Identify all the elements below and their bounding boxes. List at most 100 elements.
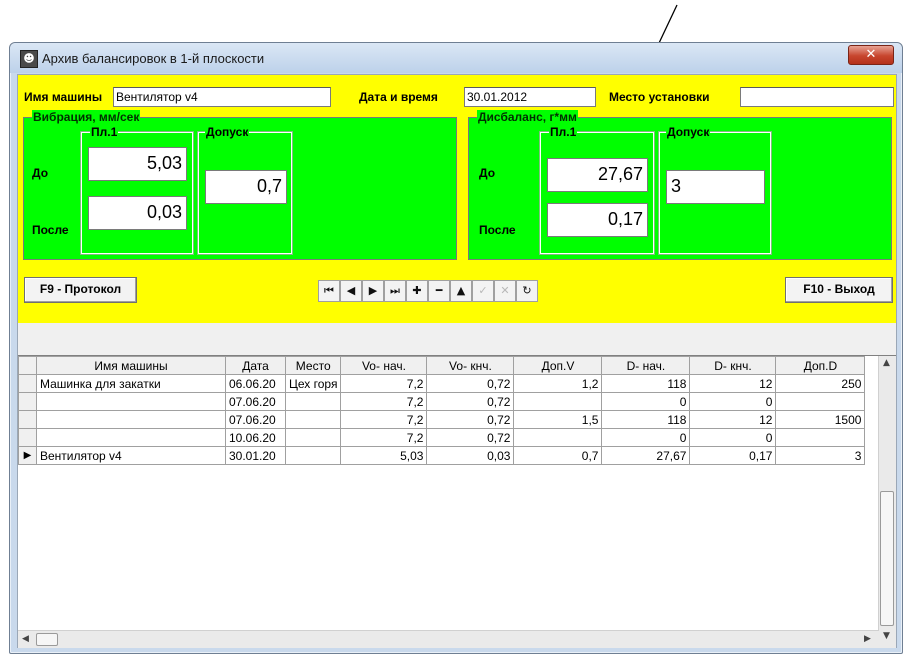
- table-cell[interactable]: 0,7: [513, 446, 603, 465]
- imbalance-tolerance-label: Допуск: [666, 125, 711, 139]
- table-cell[interactable]: 0: [689, 392, 777, 411]
- machine-name-field[interactable]: Вентилятор v4: [113, 87, 331, 107]
- table-cell[interactable]: 0,72: [426, 392, 515, 411]
- last-record-button[interactable]: ⏭: [384, 280, 406, 302]
- table-cell[interactable]: 1500: [775, 410, 866, 429]
- row-indicator[interactable]: [18, 374, 37, 393]
- table-cell[interactable]: 07.06.20: [225, 410, 286, 429]
- table-cell[interactable]: 0,72: [426, 428, 515, 447]
- cancel-record-button[interactable]: ✕: [494, 280, 516, 302]
- edit-record-button[interactable]: ▲: [450, 280, 472, 302]
- table-cell[interactable]: 5,03: [340, 446, 428, 465]
- delete-record-button[interactable]: ━: [428, 280, 450, 302]
- row-indicator[interactable]: [18, 410, 37, 429]
- scroll-down-icon[interactable]: ▼: [883, 631, 890, 641]
- imbalance-after-value[interactable]: 0,17: [547, 203, 648, 237]
- current-row-indicator-icon[interactable]: ▶: [18, 446, 37, 465]
- next-record-button[interactable]: ▶: [362, 280, 384, 302]
- table-row[interactable]: ▶ Вентилятор v4 30.01.20 5,03 0,03 0,7 27,67 0,…: [18, 446, 866, 465]
- scroll-left-icon[interactable]: ◀: [22, 634, 29, 644]
- table-cell[interactable]: [513, 392, 603, 411]
- location-field[interactable]: [740, 87, 894, 107]
- table-cell[interactable]: [36, 392, 226, 411]
- close-button[interactable]: ✕: [848, 45, 894, 65]
- post-record-button[interactable]: ✓: [472, 280, 494, 302]
- scroll-right-icon[interactable]: ▶: [864, 634, 871, 644]
- table-cell[interactable]: [513, 428, 603, 447]
- table-cell[interactable]: 250: [775, 374, 866, 393]
- column-header[interactable]: Дата: [225, 356, 286, 375]
- record-navigator: ⏮ ◀ ▶ ⏭ ✚ ━ ▲ ✓ ✕ ↻: [318, 280, 538, 302]
- table-cell[interactable]: 1,2: [513, 374, 603, 393]
- exit-button[interactable]: F10 - Выход: [785, 277, 893, 303]
- table-cell[interactable]: [284, 392, 342, 411]
- table-cell[interactable]: 0,72: [426, 410, 515, 429]
- table-cell[interactable]: 1,5: [513, 410, 603, 429]
- table-cell[interactable]: [775, 428, 866, 447]
- table-cell[interactable]: 7,2: [340, 374, 428, 393]
- table-cell[interactable]: [284, 446, 342, 465]
- prior-record-button[interactable]: ◀: [340, 280, 362, 302]
- table-cell[interactable]: Цех горя: [284, 374, 342, 393]
- table-cell[interactable]: 0: [601, 392, 691, 411]
- table-cell[interactable]: 0,03: [426, 446, 515, 465]
- imbalance-before-value[interactable]: 27,67: [547, 158, 648, 192]
- table-cell[interactable]: [284, 410, 342, 429]
- machine-name-label: Имя машины: [24, 90, 103, 104]
- imbalance-tolerance-value[interactable]: 3: [666, 170, 765, 204]
- vertical-scroll-thumb[interactable]: [880, 491, 894, 626]
- table-cell[interactable]: 06.06.20: [225, 374, 286, 393]
- table-cell[interactable]: [284, 428, 342, 447]
- horizontal-scrollbar[interactable]: ◀ ▶: [18, 630, 879, 648]
- vertical-scrollbar[interactable]: ▲ ▼: [878, 356, 896, 648]
- table-cell[interactable]: [775, 392, 866, 411]
- table-cell[interactable]: 07.06.20: [225, 392, 286, 411]
- title-bar[interactable]: ☻ Архив балансировок в 1-й плоскости ✕: [10, 43, 902, 73]
- window-client-area: Имя машины Вентилятор v4 Дата и время 30…: [17, 74, 897, 648]
- table-cell[interactable]: 10.06.20: [225, 428, 286, 447]
- column-header[interactable]: D- нач.: [601, 356, 691, 375]
- table-cell[interactable]: Вентилятор v4: [36, 446, 226, 465]
- table-cell[interactable]: 118: [601, 410, 691, 429]
- row-indicator[interactable]: [18, 392, 37, 411]
- archive-grid[interactable]: Имя машины Дата Место Vo- нач. Vo- кнч. Доп.V…: [18, 355, 896, 648]
- table-cell[interactable]: 12: [689, 410, 777, 429]
- table-cell[interactable]: 0: [601, 428, 691, 447]
- column-header[interactable]: Доп.D: [775, 356, 866, 375]
- datetime-field[interactable]: 30.01.2012: [464, 87, 596, 107]
- vibration-tolerance-value[interactable]: 0,7: [205, 170, 287, 204]
- first-record-button[interactable]: ⏮: [318, 280, 340, 302]
- table-cell[interactable]: 30.01.20: [225, 446, 286, 465]
- column-header[interactable]: Доп.V: [513, 356, 603, 375]
- insert-record-button[interactable]: ✚: [406, 280, 428, 302]
- refresh-button[interactable]: ↻: [516, 280, 538, 302]
- table-cell[interactable]: [36, 410, 226, 429]
- horizontal-scroll-thumb[interactable]: [36, 633, 58, 646]
- row-indicator[interactable]: [18, 428, 37, 447]
- table-row[interactable]: 07.06.20 7,2 0,72 0 0: [18, 392, 866, 411]
- table-cell[interactable]: 0: [689, 428, 777, 447]
- column-header[interactable]: Vo- кнч.: [426, 356, 515, 375]
- table-cell[interactable]: 27,67: [601, 446, 691, 465]
- vibration-before-value[interactable]: 5,03: [88, 147, 187, 181]
- column-header[interactable]: Vo- нач.: [340, 356, 428, 375]
- table-cell[interactable]: 3: [775, 446, 866, 465]
- vibration-after-value[interactable]: 0,03: [88, 196, 187, 230]
- table-row[interactable]: Машинка для закатки 06.06.20 Цех горя 7,2 0,…: [18, 374, 866, 393]
- table-cell[interactable]: 0,17: [689, 446, 777, 465]
- table-cell[interactable]: 7,2: [340, 410, 428, 429]
- table-cell[interactable]: [36, 428, 226, 447]
- table-cell[interactable]: 7,2: [340, 428, 428, 447]
- column-header[interactable]: D- кнч.: [689, 356, 777, 375]
- protocol-button[interactable]: F9 - Протокол: [24, 277, 137, 303]
- table-cell[interactable]: 12: [689, 374, 777, 393]
- table-cell[interactable]: Машинка для закатки: [36, 374, 226, 393]
- table-cell[interactable]: 118: [601, 374, 691, 393]
- table-row[interactable]: 10.06.20 7,2 0,72 0 0: [18, 428, 866, 447]
- table-cell[interactable]: 7,2: [340, 392, 428, 411]
- column-header[interactable]: Имя машины: [36, 356, 226, 375]
- scroll-up-icon[interactable]: ▲: [883, 358, 890, 368]
- table-row[interactable]: 07.06.20 7,2 0,72 1,5 118 12 1500: [18, 410, 866, 429]
- column-header[interactable]: Место: [284, 356, 342, 375]
- table-cell[interactable]: 0,72: [426, 374, 515, 393]
